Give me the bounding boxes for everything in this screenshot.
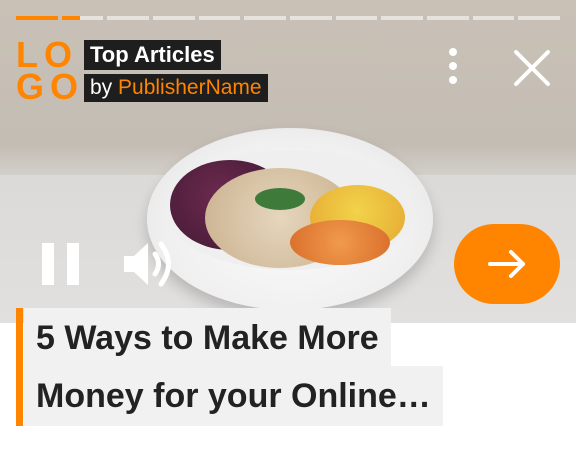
arrow-right-icon	[488, 250, 525, 278]
pause-bar-left	[42, 243, 54, 285]
progress-segment	[153, 16, 195, 20]
next-story-button[interactable]	[454, 224, 560, 304]
story-byline: by PublisherName	[84, 74, 268, 102]
web-story-card: LO GO Top Articles by PublisherName 5 Wa…	[0, 0, 576, 468]
progress-segment	[427, 16, 469, 20]
progress-segment-fill	[61, 16, 81, 20]
headline-accent-bar	[16, 308, 23, 426]
more-vertical-icon	[449, 48, 457, 56]
more-dot	[449, 76, 457, 84]
progress-segment	[290, 16, 332, 20]
food-herb	[255, 188, 305, 210]
progress-segment	[335, 16, 378, 20]
more-dot	[449, 62, 457, 70]
close-button[interactable]	[512, 48, 552, 88]
mute-button[interactable]	[122, 238, 176, 290]
progress-segment	[472, 16, 515, 20]
progress-segment	[518, 16, 561, 20]
pause-bar-right	[67, 243, 79, 285]
progress-segment	[107, 16, 150, 20]
story-progress-bar	[16, 16, 561, 20]
food-carrots	[290, 220, 390, 265]
logo-line-2: GO	[16, 66, 85, 107]
byline-prefix: by	[90, 76, 113, 99]
headline-line-1[interactable]: 5 Ways to Make More	[24, 308, 391, 368]
close-icon	[514, 50, 550, 86]
volume-icon	[124, 241, 171, 287]
progress-segment	[16, 16, 58, 20]
story-title: Top Articles	[84, 40, 221, 70]
pause-button[interactable]	[40, 243, 80, 285]
progress-segment	[198, 16, 241, 20]
headline-line-2[interactable]: Money for your Online…	[24, 366, 443, 426]
progress-segment	[244, 16, 287, 20]
progress-segment	[381, 16, 424, 20]
publisher-logo: LO GO	[16, 37, 80, 105]
progress-segment-fill	[16, 16, 35, 20]
more-options-button[interactable]	[440, 46, 466, 86]
progress-segment	[61, 16, 104, 20]
publisher-name[interactable]: PublisherName	[118, 76, 262, 99]
